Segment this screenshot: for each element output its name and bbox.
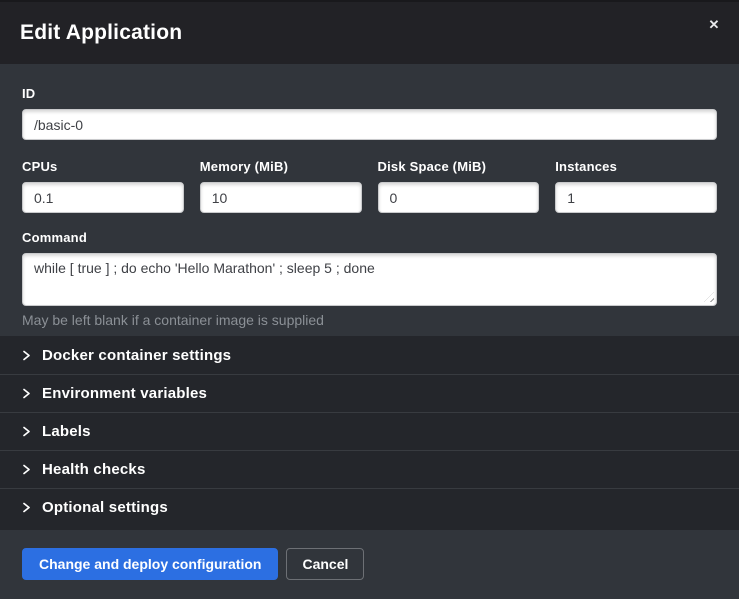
chevron-right-icon bbox=[21, 502, 32, 513]
close-icon: ✕ bbox=[709, 17, 720, 32]
memory-label: Memory (MiB) bbox=[200, 159, 362, 174]
command-textarea-wrap: while [ true ] ; do echo 'Hello Marathon… bbox=[22, 253, 717, 306]
memory-input[interactable] bbox=[200, 182, 362, 213]
collapsible-sections: Docker container settings Environment va… bbox=[0, 336, 739, 530]
command-textarea[interactable]: while [ true ] ; do echo 'Hello Marathon… bbox=[22, 253, 717, 306]
instances-input[interactable] bbox=[555, 182, 717, 213]
chevron-right-icon bbox=[21, 464, 32, 475]
chevron-right-icon bbox=[21, 426, 32, 437]
modal-footer: Change and deploy configuration Cancel bbox=[0, 530, 739, 599]
section-label: Docker container settings bbox=[42, 347, 231, 364]
disk-input[interactable] bbox=[378, 182, 540, 213]
id-field-group: ID bbox=[22, 86, 717, 140]
section-labels[interactable]: Labels bbox=[0, 412, 739, 450]
cpus-field-group: CPUs bbox=[22, 159, 184, 213]
instances-field-group: Instances bbox=[555, 159, 717, 213]
section-label: Optional settings bbox=[42, 499, 168, 516]
command-field-group: Command while [ true ] ; do echo 'Hello … bbox=[22, 230, 717, 328]
section-health-checks[interactable]: Health checks bbox=[0, 450, 739, 488]
section-label: Health checks bbox=[42, 461, 145, 478]
page-title: Edit Application bbox=[20, 21, 182, 45]
section-optional-settings[interactable]: Optional settings bbox=[0, 488, 739, 526]
section-docker-container-settings[interactable]: Docker container settings bbox=[0, 336, 739, 374]
section-label: Environment variables bbox=[42, 385, 207, 402]
cpus-label: CPUs bbox=[22, 159, 184, 174]
chevron-right-icon bbox=[21, 388, 32, 399]
close-button[interactable]: ✕ bbox=[705, 16, 723, 34]
cpus-input[interactable] bbox=[22, 182, 184, 213]
instances-label: Instances bbox=[555, 159, 717, 174]
chevron-right-icon bbox=[21, 350, 32, 361]
disk-field-group: Disk Space (MiB) bbox=[378, 159, 540, 213]
disk-label: Disk Space (MiB) bbox=[378, 159, 540, 174]
id-input[interactable] bbox=[22, 109, 717, 140]
id-label: ID bbox=[22, 86, 717, 101]
command-help-text: May be left blank if a container image i… bbox=[22, 312, 717, 328]
section-label: Labels bbox=[42, 423, 91, 440]
resources-row: CPUs Memory (MiB) Disk Space (MiB) Insta… bbox=[22, 159, 717, 213]
modal-header: Edit Application ✕ bbox=[0, 0, 739, 64]
edit-application-modal: Edit Application ✕ ID CPUs Memory (MiB) … bbox=[0, 0, 739, 599]
change-and-deploy-button[interactable]: Change and deploy configuration bbox=[22, 548, 278, 580]
memory-field-group: Memory (MiB) bbox=[200, 159, 362, 213]
modal-body: ID CPUs Memory (MiB) Disk Space (MiB) In… bbox=[0, 64, 739, 336]
cancel-button[interactable]: Cancel bbox=[286, 548, 364, 580]
command-label: Command bbox=[22, 230, 717, 245]
section-environment-variables[interactable]: Environment variables bbox=[0, 374, 739, 412]
